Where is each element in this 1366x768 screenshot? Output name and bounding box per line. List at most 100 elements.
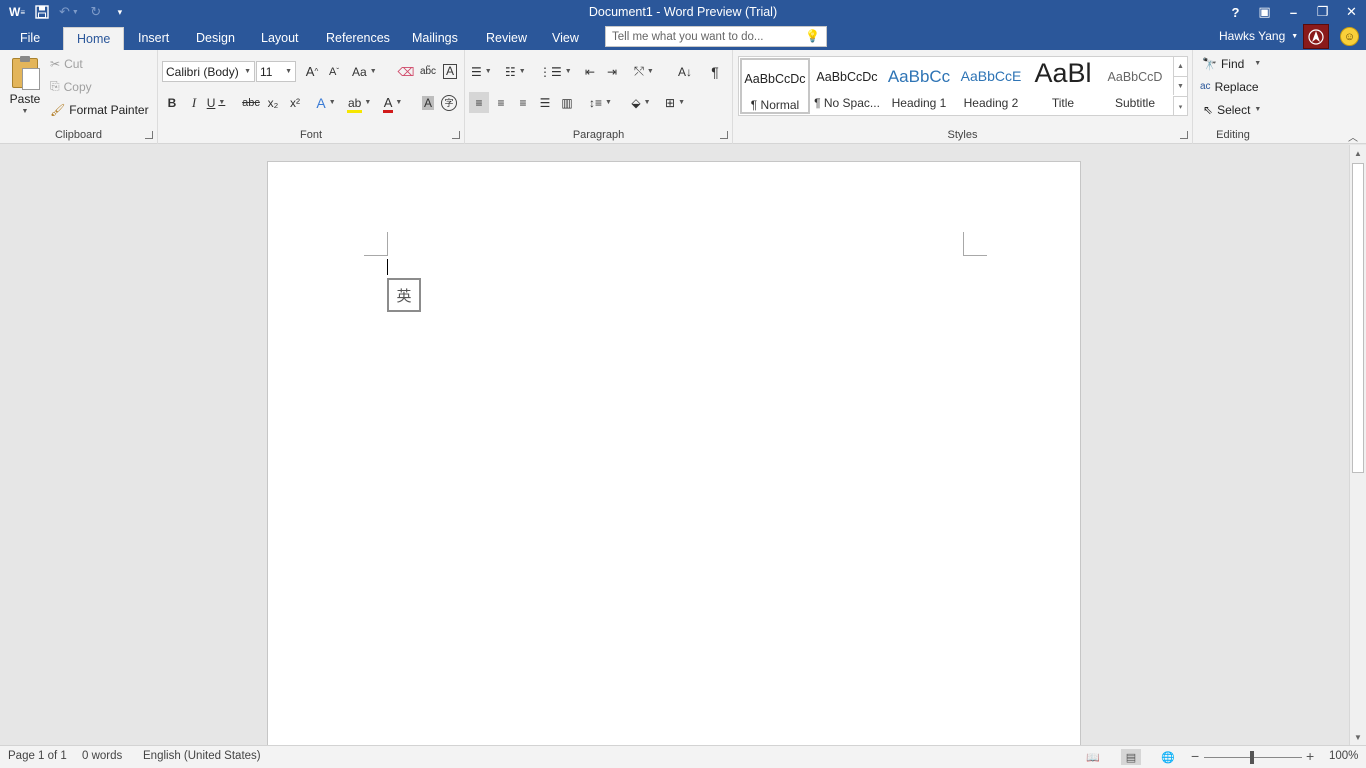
format-painter-button[interactable]: 🖌 Format Painter (50, 99, 149, 120)
ribbon-display-icon[interactable]: ▣ (1250, 0, 1279, 24)
increase-indent-button[interactable]: ⇥ (602, 61, 622, 82)
copy-button[interactable]: ⎘ Copy (50, 76, 92, 97)
tab-home[interactable]: Home (63, 27, 125, 50)
web-layout-icon[interactable]: 🌐 (1158, 749, 1178, 765)
borders-button[interactable]: ⊞ ▼ (665, 92, 685, 113)
print-layout-icon[interactable]: ▤ (1121, 749, 1141, 765)
phonetic-guide-button[interactable]: ab̃c (418, 61, 438, 82)
tab-insert[interactable]: Insert (136, 27, 171, 50)
character-border-button[interactable]: A (440, 61, 460, 82)
word-icon[interactable]: W ≡ (6, 2, 28, 22)
align-left-button[interactable]: ≡ (469, 92, 489, 113)
style-subtitle[interactable]: AaBbCcD Subtitle (1100, 58, 1170, 114)
clipboard-dialog-launcher[interactable] (145, 131, 153, 139)
highlight-color-button[interactable]: ab ▼ (346, 92, 371, 113)
tab-file[interactable]: File (18, 27, 42, 50)
tab-view[interactable]: View (550, 27, 581, 50)
help-icon[interactable]: ? (1221, 0, 1250, 24)
tab-layout[interactable]: Layout (259, 27, 301, 50)
underline-button[interactable]: U ▼ (206, 92, 226, 113)
page-count-status[interactable]: Page 1 of 1 (8, 750, 67, 762)
zoom-level[interactable]: 100% (1329, 750, 1358, 762)
multilevel-list-button[interactable]: ⋮☰ ▼ (539, 61, 572, 82)
close-icon[interactable]: ✕ (1337, 0, 1366, 24)
font-size-select[interactable]: 11 ▼ (256, 61, 296, 82)
subscript-button[interactable]: x₂ (263, 92, 283, 113)
save-icon[interactable] (32, 2, 52, 22)
tab-references[interactable]: References (324, 27, 392, 50)
select-button[interactable]: ⇖ Select ▼ (1203, 99, 1261, 120)
pilcrow-icon: ¶ (711, 63, 719, 80)
font-family-select[interactable]: Calibri (Body) ▼ (162, 61, 255, 82)
text-effects-button[interactable]: A ▼ (316, 92, 336, 113)
tab-review[interactable]: Review (484, 27, 529, 50)
find-button[interactable]: 🔭 Find ▼ (1202, 53, 1261, 74)
strikethrough-button[interactable]: abc (241, 92, 261, 113)
document-page[interactable]: 英 (267, 161, 1081, 745)
feedback-smiley-icon[interactable]: ☺ (1340, 27, 1359, 46)
shading-button[interactable]: ⬙ ▼ (631, 92, 651, 113)
minimize-icon[interactable]: – (1279, 0, 1308, 24)
line-spacing-button[interactable]: ↕≡ ▼ (589, 92, 612, 113)
zoom-slider-thumb[interactable] (1250, 751, 1254, 764)
paste-button[interactable]: Paste ▼ (6, 56, 44, 120)
read-mode-icon[interactable]: 📖 (1083, 749, 1103, 765)
avatar[interactable] (1303, 24, 1329, 49)
style-no-spacing[interactable]: AaBbCcDc ¶ No Spac... (812, 58, 882, 114)
clear-formatting-button[interactable]: ⌫ (396, 61, 416, 82)
tab-mailings[interactable]: Mailings (410, 27, 460, 50)
chinese-layout-button[interactable]: ⤲ ▼ (634, 61, 654, 82)
scrollbar-thumb[interactable] (1352, 163, 1364, 473)
style-normal[interactable]: AaBbCcDc ¶ Normal (740, 58, 810, 114)
paragraph-dialog-launcher[interactable] (720, 131, 728, 139)
font-color-button[interactable]: A ▼ (382, 92, 403, 113)
align-center-button[interactable]: ≡ (491, 92, 511, 113)
multilevel-list-icon: ⋮☰ (539, 64, 562, 79)
bullets-button[interactable]: ☰ ▼ (471, 61, 492, 82)
enclose-characters-button[interactable]: 字 (439, 92, 459, 113)
tell-me-search-input[interactable]: Tell me what you want to do... 💡 (605, 26, 827, 47)
show-formatting-marks-button[interactable]: ¶ (705, 61, 725, 82)
language-status[interactable]: English (United States) (143, 750, 261, 762)
zoom-out-icon[interactable]: − (1191, 748, 1199, 764)
scroll-down-icon[interactable]: ▼ (1350, 730, 1366, 744)
chevron-down-icon: ▼ (285, 68, 292, 75)
gallery-scroll-down-icon[interactable]: ▼ (1173, 76, 1187, 95)
change-case-button[interactable]: Aa ▼ (352, 61, 377, 82)
style-heading-1[interactable]: AaBbCc Heading 1 (884, 58, 954, 114)
numbering-button[interactable]: ☷ ▼ (505, 61, 526, 82)
bold-button[interactable]: B (162, 92, 182, 113)
replace-button[interactable]: ac Replace (1200, 76, 1259, 97)
justify-button[interactable]: ☰ (535, 92, 555, 113)
redo-icon[interactable]: ↻ (86, 2, 106, 22)
style-title[interactable]: AaBl Title (1028, 58, 1098, 114)
cut-label: Cut (64, 56, 83, 71)
align-right-button[interactable]: ≡ (513, 92, 533, 113)
style-heading-2[interactable]: AaBbCcE Heading 2 (956, 58, 1026, 114)
collapse-ribbon-icon[interactable]: ︿ (1343, 126, 1363, 147)
character-border-icon: A (442, 64, 457, 79)
sort-button[interactable]: A↓ (675, 61, 695, 82)
shrink-font-button[interactable]: Aˇ (324, 61, 344, 82)
word-count-status[interactable]: 0 words (82, 750, 122, 762)
styles-dialog-launcher[interactable] (1180, 131, 1188, 139)
superscript-button[interactable]: x² (285, 92, 305, 113)
italic-button[interactable]: I (184, 92, 204, 113)
vertical-scrollbar[interactable]: ▲ ▼ (1349, 145, 1366, 745)
gallery-more-icon[interactable]: ▾ (1173, 96, 1187, 116)
cut-button[interactable]: ✂ Cut (50, 53, 83, 74)
undo-icon[interactable]: ↶ ▼ (56, 2, 82, 22)
font-dialog-launcher[interactable] (452, 131, 460, 139)
user-account-button[interactable]: Hawks Yang ▼ (1219, 29, 1298, 43)
gallery-scroll-up-icon[interactable]: ▲ (1173, 57, 1187, 76)
ime-mode-indicator[interactable]: 英 (387, 278, 421, 312)
zoom-in-icon[interactable]: + (1306, 748, 1314, 764)
scroll-up-icon[interactable]: ▲ (1350, 146, 1366, 160)
restore-icon[interactable]: ❐ (1308, 0, 1337, 24)
character-shading-button[interactable]: A (418, 92, 438, 113)
distributed-button[interactable]: ▥ (557, 92, 577, 113)
customize-qat-icon[interactable]: ▾ (110, 2, 130, 22)
decrease-indent-button[interactable]: ⇤ (580, 61, 600, 82)
tab-design[interactable]: Design (194, 27, 237, 50)
grow-font-button[interactable]: A ^ (302, 61, 322, 82)
